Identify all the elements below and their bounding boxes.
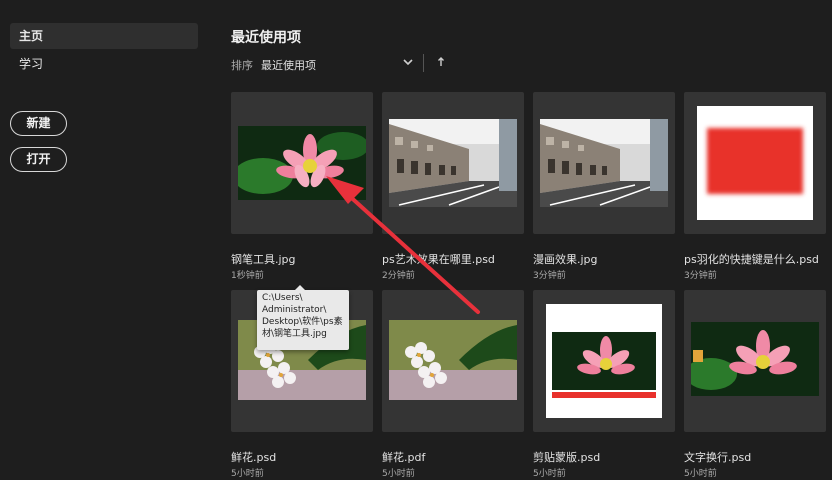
file-name[interactable]: ps羽化的快捷键是什么.psd: [684, 251, 819, 267]
file-time: 5小时前: [533, 469, 566, 479]
chevron-down-icon[interactable]: [402, 55, 414, 69]
file-name[interactable]: 鲜花.psd: [231, 449, 276, 465]
file-path-tooltip: C:\Users\ Administrator\ Desktop\软件\ps素 …: [257, 285, 349, 350]
file-time: 5小时前: [231, 469, 264, 479]
sidebar-item-label: 学习: [19, 57, 44, 71]
page-title: 最近使用项: [231, 30, 301, 46]
thumbnail-image: [691, 322, 819, 396]
file-card[interactable]: [231, 92, 373, 234]
open-button[interactable]: 打开: [10, 147, 67, 172]
file-card[interactable]: [533, 92, 675, 234]
sort-bar: 排序 最近使用项: [231, 54, 444, 73]
file-name[interactable]: 钢笔工具.jpg: [231, 251, 296, 267]
file-card[interactable]: [684, 92, 826, 234]
tooltip-line: C:\Users\: [262, 293, 303, 303]
file-time: 3分钟前: [533, 271, 566, 281]
sidebar-item-home[interactable]: 主页: [10, 23, 198, 49]
file-time: 1秒钟前: [231, 271, 264, 281]
thumbnail-image: [546, 304, 662, 418]
tooltip-line: Administrator\: [262, 305, 327, 315]
file-time: 5小时前: [382, 469, 415, 479]
file-name[interactable]: 漫画效果.jpg: [533, 251, 598, 267]
sidebar-item-learn[interactable]: 学习: [10, 51, 198, 77]
divider: [423, 54, 424, 72]
thumbnail-image: [238, 126, 366, 200]
file-card[interactable]: [533, 290, 675, 432]
file-name[interactable]: 鲜花.pdf: [382, 449, 425, 465]
sort-dropdown[interactable]: 最近使用项: [261, 57, 316, 73]
new-button[interactable]: 新建: [10, 111, 67, 136]
file-time: 5小时前: [684, 469, 717, 479]
file-name[interactable]: 文字换行.psd: [684, 449, 751, 465]
file-card[interactable]: [684, 290, 826, 432]
file-card[interactable]: [382, 290, 524, 432]
file-name[interactable]: ps艺术效果在哪里.psd: [382, 251, 495, 267]
thumbnail-image: [540, 119, 668, 207]
file-time: 2分钟前: [382, 271, 415, 281]
tooltip-line: Desktop\软件\ps素: [262, 317, 343, 327]
thumbnail-image: [389, 119, 517, 207]
thumbnail-image: [697, 106, 813, 220]
sort-ascending-icon[interactable]: [436, 55, 446, 69]
sort-label: 排序: [231, 59, 253, 72]
file-time: 3分钟前: [684, 271, 717, 281]
thumbnail-image: [389, 320, 517, 400]
tooltip-line: 材\钢笔工具.jpg: [262, 329, 327, 339]
file-name[interactable]: 剪贴蒙版.psd: [533, 449, 600, 465]
sidebar-item-label: 主页: [19, 29, 44, 43]
file-card[interactable]: [382, 92, 524, 234]
sidebar: 主页 学习 新建 打开: [0, 0, 210, 480]
